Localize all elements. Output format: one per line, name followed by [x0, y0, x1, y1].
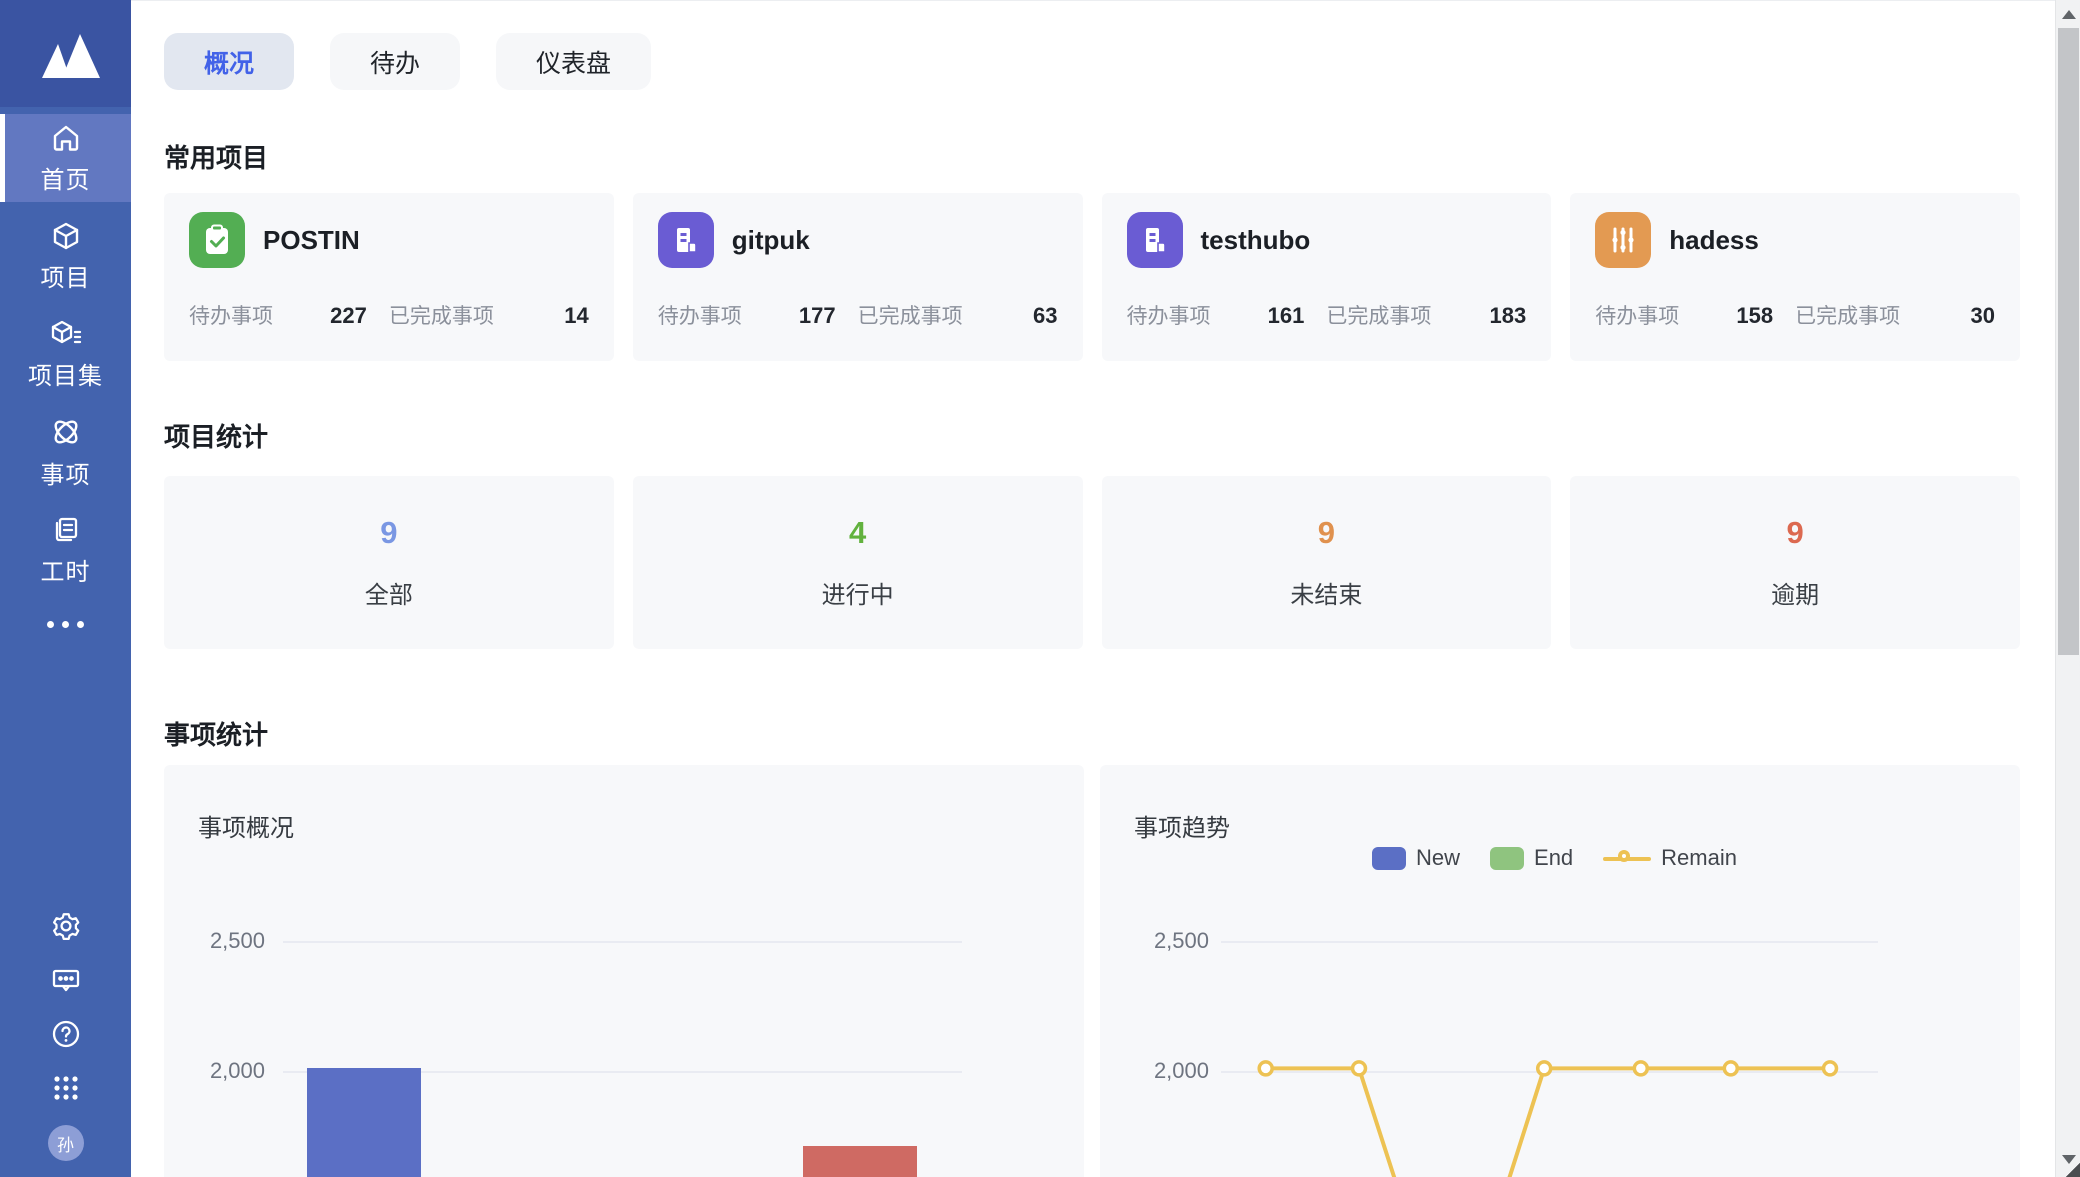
- stat-value: 4: [849, 515, 866, 551]
- stat-card-all[interactable]: 9 全部: [164, 476, 614, 649]
- favorite-project-cards: POSTIN 待办事项 227 已完成事项 14: [164, 193, 2020, 361]
- stat-card-unfinished[interactable]: 9 未结束: [1102, 476, 1552, 649]
- window-resize-grip: [2064, 1161, 2080, 1177]
- todo-value: 158: [1736, 303, 1773, 329]
- project-name: testhubo: [1201, 225, 1311, 256]
- chart-title: 事项概况: [198, 808, 294, 843]
- tab-overview[interactable]: 概况: [164, 33, 294, 90]
- arrow-up-icon: [2062, 10, 2076, 19]
- project-card-gitpuk[interactable]: gitpuk 待办事项 177 已完成事项 63: [633, 193, 1083, 361]
- sidebar-item-worktime[interactable]: 工时: [0, 506, 131, 594]
- bar: [803, 1146, 917, 1177]
- tab-dashboard[interactable]: 仪表盘: [496, 33, 651, 90]
- stat-value: 9: [380, 515, 397, 551]
- done-value: 63: [1033, 303, 1057, 329]
- documents-icon: [50, 514, 82, 546]
- favorites-title: 常用项目: [164, 138, 2020, 175]
- tab-todo[interactable]: 待办: [330, 33, 460, 90]
- help-icon: [50, 1018, 82, 1050]
- sidebar-item-label: 工时: [41, 552, 91, 587]
- project-card-postin[interactable]: POSTIN 待办事项 227 已完成事项 14: [164, 193, 614, 361]
- stat-label: 全部: [365, 575, 413, 610]
- sidebar-item-label: 项目集: [28, 356, 103, 391]
- project-stats-title: 项目统计: [164, 417, 2020, 454]
- stat-label: 未结束: [1290, 575, 1362, 610]
- done-label: 已完成事项: [1326, 300, 1431, 330]
- todo-value: 161: [1268, 303, 1305, 329]
- mountains-logo-icon: [28, 26, 104, 82]
- sidebar-item-issues[interactable]: 事项: [0, 408, 131, 496]
- app-logo[interactable]: [0, 0, 131, 107]
- y-axis-tick: 2,500: [164, 928, 265, 954]
- vertical-scrollbar: [2055, 0, 2080, 1177]
- view-tabs: 概况 待办 仪表盘: [164, 33, 2020, 90]
- y-axis-tick: 2,000: [164, 1058, 265, 1084]
- building-icon: [1127, 212, 1183, 268]
- help-button[interactable]: [49, 1017, 83, 1051]
- item-stats-title: 事项统计: [164, 715, 2020, 752]
- cube-icon: [50, 220, 82, 252]
- project-name: hadess: [1669, 225, 1759, 256]
- stat-label: 进行中: [822, 575, 894, 610]
- stat-value: 9: [1787, 515, 1804, 551]
- settings-button[interactable]: [49, 909, 83, 943]
- done-label: 已完成事项: [858, 300, 963, 330]
- project-name: POSTIN: [263, 225, 360, 256]
- done-value: 30: [1971, 303, 1995, 329]
- stat-card-overdue[interactable]: 9 逾期: [1570, 476, 2020, 649]
- todo-label: 待办事项: [189, 300, 273, 330]
- building-icon: [658, 212, 714, 268]
- bar: [307, 1068, 421, 1177]
- project-name: gitpuk: [732, 225, 810, 256]
- done-label: 已完成事项: [1795, 300, 1900, 330]
- clipboard-check-icon: [189, 212, 245, 268]
- sidebar-item-projects[interactable]: 项目: [0, 212, 131, 300]
- stat-value: 9: [1318, 515, 1335, 551]
- sidebar-item-label: 首页: [41, 160, 91, 195]
- item-overview-chart: 事项概况 2,500 2,000 1,500: [164, 765, 1084, 1177]
- project-card-testhubo[interactable]: testhubo 待办事项 161 已完成事项 183: [1102, 193, 1552, 361]
- gridline: [283, 941, 962, 943]
- todo-label: 待办事项: [658, 300, 742, 330]
- todo-value: 227: [330, 303, 367, 329]
- project-stat-cards: 9 全部 4 进行中 9 未结束 9 逾期: [164, 476, 2020, 649]
- feedback-button[interactable]: [49, 963, 83, 997]
- sidebar-item-label: 事项: [41, 455, 91, 490]
- scrollbar-up-button[interactable]: [2056, 0, 2080, 28]
- home-icon: [50, 122, 82, 154]
- sidebar-more-button[interactable]: [0, 604, 131, 644]
- sidebar: 首页 项目 项目集: [0, 0, 131, 1177]
- knot-icon: [49, 415, 83, 449]
- user-avatar[interactable]: 孙: [48, 1125, 84, 1161]
- app-window: 首页 项目 项目集: [0, 0, 2080, 1177]
- done-value: 183: [1490, 303, 1527, 329]
- todo-value: 177: [799, 303, 836, 329]
- project-card-hadess[interactable]: hadess 待办事项 158 已完成事项 30: [1570, 193, 2020, 361]
- sidebar-item-project-sets[interactable]: 项目集: [0, 310, 131, 398]
- done-value: 14: [564, 303, 588, 329]
- remain-line-series: [1100, 765, 2019, 1177]
- sidebar-item-home[interactable]: 首页: [0, 114, 131, 202]
- charts-row: 事项概况 2,500 2,000 1,500 事项趋势 New: [164, 765, 2020, 1177]
- item-trend-chart: 事项趋势 New End Remain 2,500: [1100, 765, 2020, 1177]
- todo-label: 待办事项: [1595, 300, 1679, 330]
- done-label: 已完成事项: [389, 300, 494, 330]
- sidebar-nav: 首页 项目 项目集: [0, 114, 131, 644]
- stat-card-in-progress[interactable]: 4 进行中: [633, 476, 1083, 649]
- cube-list-icon: [49, 318, 83, 350]
- settings-gear-icon: [50, 910, 82, 942]
- sidebar-item-label: 项目: [41, 258, 91, 293]
- main-content: 概况 待办 仪表盘 常用项目 POSTIN: [131, 0, 2055, 1177]
- apps-button[interactable]: [49, 1071, 83, 1105]
- scrollbar-thumb[interactable]: [2058, 28, 2079, 655]
- todo-label: 待办事项: [1127, 300, 1211, 330]
- sliders-icon: [1595, 212, 1651, 268]
- ellipsis-icon: [47, 621, 54, 628]
- sidebar-footer: 孙: [0, 909, 131, 1161]
- message-icon: [50, 964, 82, 996]
- stat-label: 逾期: [1771, 575, 1819, 610]
- apps-grid-icon: [51, 1073, 81, 1103]
